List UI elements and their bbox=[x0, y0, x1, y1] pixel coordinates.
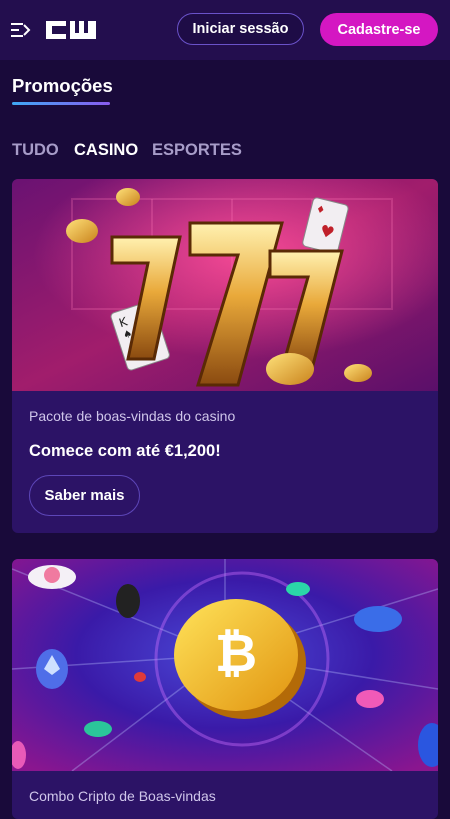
promo-card-casino-welcome[interactable]: K ♠ ♦ ♥ Pacote de boas-vindas do casino … bbox=[12, 179, 438, 533]
tab-all[interactable]: TUDO bbox=[12, 141, 59, 160]
promo-subtitle: Combo Cripto de Boas-vindas bbox=[29, 788, 216, 804]
promo-card-crypto-welcome[interactable]: ₿ Combo Cripto de Boas-vindas bbox=[12, 559, 438, 819]
slot-777-banner-image: K ♠ ♦ ♥ bbox=[12, 179, 438, 391]
signup-button[interactable]: Cadastre-se bbox=[320, 13, 438, 46]
tab-casino[interactable]: CASINO bbox=[74, 141, 138, 160]
cw-logo[interactable] bbox=[44, 19, 98, 41]
top-bar: Iniciar sessão Cadastre-se bbox=[0, 0, 450, 60]
learn-more-button[interactable]: Saber mais bbox=[29, 475, 140, 516]
crypto-coin-banner-image: ₿ bbox=[12, 559, 438, 771]
promo-subtitle: Pacote de boas-vindas do casino bbox=[29, 408, 236, 424]
menu-expand-icon[interactable] bbox=[11, 21, 31, 39]
title-underline bbox=[12, 102, 110, 105]
svg-text:₿: ₿ bbox=[215, 624, 257, 684]
page-title: Promoções bbox=[12, 75, 113, 96]
promo-headline: Comece com até €1,200! bbox=[29, 442, 221, 460]
login-button[interactable]: Iniciar sessão bbox=[177, 13, 304, 45]
tab-sports[interactable]: ESPORTES bbox=[152, 141, 242, 160]
